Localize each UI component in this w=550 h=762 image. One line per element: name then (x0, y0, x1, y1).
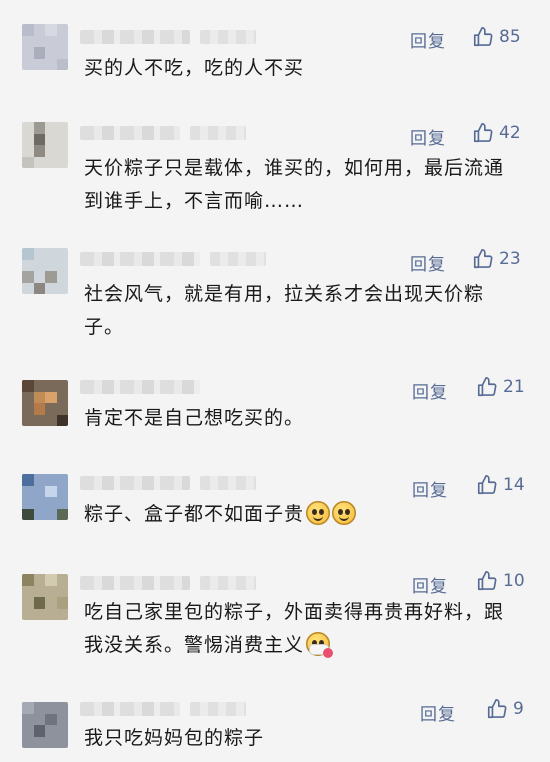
like-count: 10 (503, 571, 525, 591)
comment-text: 吃自己家里包的粽子，外面卖得再贵再好料，跟我没关系。警惕消费主义 (84, 596, 504, 662)
comment-text: 我只吃妈妈包的粽子 (84, 727, 265, 749)
username-blurred (200, 476, 256, 490)
like-count: 21 (503, 377, 525, 397)
comment-text: 买的人不吃，吃的人不买 (84, 57, 305, 79)
username-blurred (190, 126, 246, 140)
thumbs-up-icon (477, 571, 497, 591)
username-blurred[interactable] (80, 380, 200, 394)
like-button[interactable]: 42 (472, 122, 521, 144)
comment-text: 社会风气，就是有用，拉关系才会出现天价粽子。 (84, 283, 485, 338)
avatar[interactable] (22, 24, 68, 70)
like-count: 14 (503, 475, 525, 495)
username-blurred[interactable] (80, 476, 190, 490)
reply-button[interactable]: 回复 (410, 27, 446, 52)
like-button[interactable]: 10 (476, 570, 525, 592)
username-blurred[interactable] (80, 126, 180, 140)
smiling-face-icon (332, 501, 357, 525)
face-with-mask-icon (306, 632, 334, 658)
thumbs-up-icon (473, 27, 493, 47)
username-blurred (190, 702, 246, 716)
thumbs-up-icon (473, 249, 493, 269)
username-blurred (200, 576, 256, 590)
reply-button[interactable]: 回复 (410, 250, 446, 275)
thumbs-up-icon (487, 699, 507, 719)
thumbs-up-icon (473, 123, 493, 143)
like-button[interactable]: 14 (476, 474, 525, 496)
like-button[interactable]: 21 (476, 376, 525, 398)
username-blurred[interactable] (80, 252, 200, 266)
reply-button[interactable]: 回复 (410, 124, 446, 149)
avatar[interactable] (22, 248, 68, 294)
avatar[interactable] (22, 380, 68, 426)
thumbs-up-icon (477, 377, 497, 397)
username-blurred[interactable] (80, 30, 190, 44)
smiling-face-icon (306, 501, 331, 525)
comment-text-body: 粽子、盒子都不如面子贵 (84, 503, 305, 525)
like-count: 9 (513, 699, 524, 719)
username-blurred[interactable] (80, 702, 180, 716)
reply-button[interactable]: 回复 (412, 572, 448, 597)
like-button[interactable]: 85 (472, 26, 521, 48)
like-button[interactable]: 9 (486, 698, 524, 720)
like-count: 85 (499, 27, 521, 47)
comment-text-body: 吃自己家里包的粽子，外面卖得再贵再好料，跟我没关系。警惕消费主义 (84, 601, 505, 656)
reply-button[interactable]: 回复 (412, 378, 448, 403)
like-count: 23 (499, 249, 521, 269)
comment-text: 天价粽子只是载体，谁买的，如何用，最后流通到谁手上，不言而喻…… (84, 157, 505, 212)
comment-text: 粽子、盒子都不如面子贵 (84, 498, 514, 531)
avatar[interactable] (22, 122, 68, 168)
like-button[interactable]: 23 (472, 248, 521, 270)
thumbs-up-icon (477, 475, 497, 495)
username-blurred (200, 30, 256, 44)
username-blurred (210, 252, 266, 266)
comment-text: 肯定不是自己想吃买的。 (84, 407, 305, 429)
avatar[interactable] (22, 702, 68, 748)
like-count: 42 (499, 123, 521, 143)
avatar[interactable] (22, 574, 68, 620)
username-blurred[interactable] (80, 576, 190, 590)
avatar[interactable] (22, 474, 68, 520)
